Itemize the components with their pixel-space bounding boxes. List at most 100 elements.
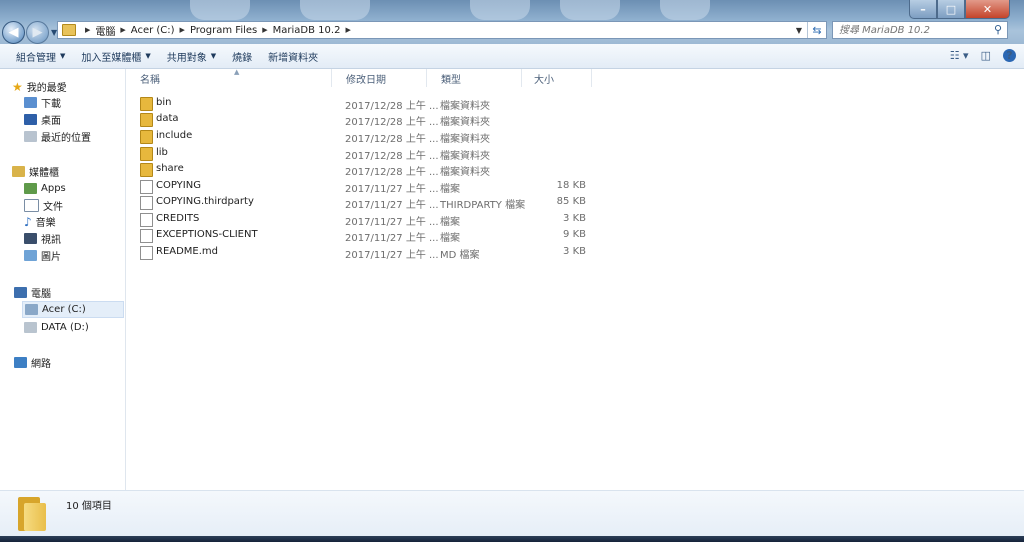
sidebar-item-drive-d[interactable]: DATA (D:) <box>24 319 124 336</box>
chevron-down-icon: ▼ <box>210 52 217 60</box>
sidebar-favorites-header[interactable]: ★ 我的最愛 <box>12 78 124 95</box>
column-header-date-modified[interactable]: 修改日期 <box>332 69 427 87</box>
close-button[interactable]: ✕ <box>965 0 1010 19</box>
sidebar-libraries-header[interactable]: 媒體櫃 <box>12 163 124 180</box>
back-button[interactable]: ◀ <box>2 21 25 44</box>
file-date: 2017/11/27 上午 ... <box>345 217 439 228</box>
video-icon <box>24 233 37 244</box>
sidebar-network-header[interactable]: 網路 <box>14 354 124 371</box>
column-header-type[interactable]: 類型 <box>427 69 522 87</box>
sidebar-item-label: 最近的位置 <box>41 133 91 144</box>
file-icon <box>140 229 153 243</box>
aero-glass-decoration <box>300 0 370 20</box>
share-with-button[interactable]: 共用對象 ▼ <box>167 49 216 64</box>
file-name: EXCEPTIONS-CLIENT <box>156 229 258 240</box>
network-icon <box>14 357 27 368</box>
chevron-right-icon[interactable]: ▶ <box>180 26 185 34</box>
chevron-right-icon[interactable]: ▶ <box>120 26 125 34</box>
file-row-copying[interactable]: COPYING 2017/11/27 上午 ... 檔案 18 KB <box>126 178 606 195</box>
breadcrumb-program-files[interactable]: Program Files ▶ <box>190 25 273 36</box>
file-row-lib[interactable]: lib 2017/12/28 上午 ... 檔案資料夾 <box>126 145 606 162</box>
sidebar-item-pictures[interactable]: 圖片 <box>24 247 124 264</box>
file-icon <box>140 246 153 260</box>
file-row-copying-thirdparty[interactable]: COPYING.thirdparty 2017/11/27 上午 ... THI… <box>126 194 606 211</box>
sidebar-item-videos[interactable]: 視訊 <box>24 230 124 247</box>
navigation-buttons: ◀ ▶ ▼ <box>2 21 57 44</box>
sidebar-section-label: 電腦 <box>31 289 51 300</box>
item-count: 10 個項目 <box>66 501 112 512</box>
library-icon <box>12 166 25 177</box>
drive-icon <box>25 304 38 315</box>
file-row-data[interactable]: data 2017/12/28 上午 ... 檔案資料夾 <box>126 111 606 128</box>
folder-icon <box>62 24 76 36</box>
file-row-readme[interactable]: README.md 2017/11/27 上午 ... MD 檔案 3 KB <box>126 244 606 261</box>
file-date: 2017/12/28 上午 ... <box>345 101 439 112</box>
new-folder-button[interactable]: 新增資料夾 <box>268 49 318 64</box>
forward-button[interactable]: ▶ <box>26 21 49 44</box>
breadcrumb-computer[interactable]: 電腦 ▶ <box>95 23 130 38</box>
sidebar-item-recent-places[interactable]: 最近的位置 <box>24 128 124 145</box>
breadcrumb-drive-c[interactable]: Acer (C:) ▶ <box>131 25 190 36</box>
chevron-right-icon[interactable]: ▶ <box>345 26 350 34</box>
burn-button[interactable]: 燒錄 <box>232 49 252 64</box>
sidebar-computer-header[interactable]: 電腦 <box>14 284 124 301</box>
sidebar-item-drive-c[interactable]: Acer (C:) <box>22 301 124 318</box>
back-arrow-icon: ◀ <box>8 25 19 40</box>
search-input[interactable] <box>833 23 991 37</box>
sidebar-item-apps[interactable]: Apps <box>24 180 124 197</box>
download-icon <box>24 97 37 108</box>
search-box[interactable]: ⚲ <box>832 21 1008 39</box>
file-type: 檔案 <box>440 233 460 244</box>
add-to-library-label: 加入至媒體櫃 <box>81 52 142 64</box>
file-name: README.md <box>156 246 219 257</box>
organize-menu-button[interactable]: 組合管理 ▼ <box>16 49 65 64</box>
music-icon: ♪ <box>24 214 32 229</box>
refresh-icon[interactable]: ⇆ <box>807 22 826 38</box>
file-row-credits[interactable]: CREDITS 2017/11/27 上午 ... 檔案 3 KB <box>126 211 606 228</box>
file-row-bin[interactable]: bin 2017/12/28 上午 ... 檔案資料夾 <box>126 95 606 112</box>
sidebar-item-desktop[interactable]: 桌面 <box>24 111 124 128</box>
file-row-include[interactable]: include 2017/12/28 上午 ... 檔案資料夾 <box>126 128 606 145</box>
file-size: 3 KB <box>563 213 586 224</box>
file-row-share[interactable]: share 2017/12/28 上午 ... 檔案資料夾 <box>126 161 606 178</box>
share-with-label: 共用對象 <box>166 52 207 64</box>
file-date: 2017/12/28 上午 ... <box>345 117 439 128</box>
breadcrumb-label: MariaDB 10.2 <box>272 24 341 36</box>
help-icon[interactable]: ? <box>1003 49 1016 62</box>
chevron-down-icon: ▼ <box>145 52 151 60</box>
aero-glass-decoration <box>660 0 710 20</box>
view-options-icon[interactable]: ☷ ▾ <box>950 49 969 62</box>
picture-icon <box>24 250 37 261</box>
breadcrumb-mariadb[interactable]: MariaDB 10.2 ▶ <box>273 25 356 36</box>
sidebar-item-documents[interactable]: 文件 <box>24 197 124 214</box>
file-type: 檔案 <box>440 184 460 195</box>
preview-pane-icon[interactable]: ◫ <box>981 49 991 62</box>
address-bar[interactable]: ▶ 電腦 ▶ Acer (C:) ▶ Program Files ▶ MariaDB … <box>57 21 827 39</box>
file-date: 2017/12/28 上午 ... <box>345 151 439 162</box>
add-to-library-button[interactable]: 加入至媒體櫃 ▼ <box>81 49 150 64</box>
file-date: 2017/11/27 上午 ... <box>345 200 439 211</box>
file-icon <box>140 180 153 194</box>
command-toolbar: 組合管理 ▼ 加入至媒體櫃 ▼ 共用對象 ▼ 燒錄 新增資料夾 ☷ ▾ ◫ ? <box>0 44 1024 69</box>
column-header-size[interactable]: 大小 <box>522 69 592 87</box>
sidebar-item-downloads[interactable]: 下載 <box>24 94 124 111</box>
breadcrumb-separator[interactable]: ▶ <box>80 26 95 34</box>
address-history-dropdown[interactable]: ▼ <box>792 22 806 38</box>
organize-label: 組合管理 <box>16 52 56 64</box>
folder-icon <box>140 97 153 111</box>
file-name: COPYING <box>156 180 201 191</box>
file-size: 18 KB <box>556 180 586 191</box>
file-type: 檔案資料夾 <box>440 167 490 178</box>
column-header-name[interactable]: 名稱 ▲ <box>126 68 332 87</box>
column-header-row: 名稱 ▲ 修改日期 類型 大小 <box>126 68 1024 87</box>
minimize-button[interactable]: – <box>909 0 937 19</box>
sidebar-item-music[interactable]: ♪ 音樂 <box>24 213 124 230</box>
navigation-pane: ★ 我的最愛 下載 桌面 最近的位置 媒體櫃 Apps 文件 ♪ 音樂 視訊 圖… <box>0 69 126 490</box>
chevron-right-icon[interactable]: ▶ <box>262 26 267 34</box>
file-row-exceptions-client[interactable]: EXCEPTIONS-CLIENT 2017/11/27 上午 ... 檔案 9… <box>126 227 606 244</box>
maximize-button[interactable]: □ <box>937 0 965 19</box>
window-controls: – □ ✕ <box>909 0 1010 19</box>
file-type: 檔案資料夾 <box>440 134 490 145</box>
folder-icon <box>140 163 153 177</box>
search-icon[interactable]: ⚲ <box>994 23 1002 36</box>
